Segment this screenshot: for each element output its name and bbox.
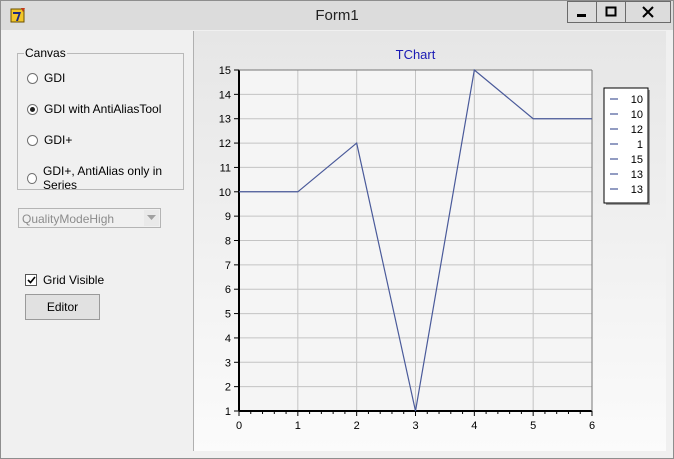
legend-entry: 10: [631, 109, 643, 121]
legend-entry: 12: [631, 124, 643, 136]
checkbox-check-icon[interactable]: [25, 274, 37, 286]
y-tick-label: 15: [219, 65, 231, 77]
chevron-down-icon[interactable]: [144, 210, 159, 226]
x-tick-label: 6: [589, 420, 595, 432]
legend-entry: 13: [631, 169, 643, 181]
main-window: Form1 Canvas GDI GDI with AntiAliasTool: [0, 0, 674, 459]
minimize-button[interactable]: [567, 1, 596, 23]
y-tick-label: 4: [225, 333, 231, 345]
radio-gdi[interactable]: GDI: [27, 71, 65, 85]
y-tick-label: 10: [219, 187, 231, 199]
radio-gdiplus[interactable]: GDI+: [27, 133, 72, 147]
maximize-button[interactable]: [596, 1, 625, 23]
y-tick-label: 3: [225, 357, 231, 369]
close-icon: [642, 6, 654, 18]
legend-entry: 10: [631, 94, 643, 106]
legend-entry: 15: [631, 154, 643, 166]
y-tick-label: 1: [225, 406, 231, 418]
x-tick-label: 4: [471, 420, 477, 432]
grid-visible-label: Grid Visible: [43, 273, 105, 287]
radio-button-icon[interactable]: [27, 72, 38, 84]
canvas-groupbox: Canvas GDI GDI with AntiAliasTool GDI+ G…: [17, 46, 184, 192]
close-button[interactable]: [625, 1, 671, 23]
minimize-icon: [577, 14, 586, 17]
grid-visible-checkbox[interactable]: Grid Visible: [25, 273, 104, 287]
y-tick-label: 8: [225, 236, 231, 248]
form-client-area: Canvas GDI GDI with AntiAliasTool GDI+ G…: [8, 31, 666, 451]
y-tick-label: 6: [225, 284, 231, 296]
y-tick-label: 9: [225, 211, 231, 223]
chart-panel[interactable]: TChart 1 2 3 4 5 6 7 8 9 10 11 12 13 14 15 0 1 2 3 4 5 6 10 10 12…: [193, 31, 666, 451]
options-panel: Canvas GDI GDI with AntiAliasTool GDI+ G…: [8, 31, 193, 451]
y-tick-label: 14: [219, 89, 231, 101]
editor-button[interactable]: Editor: [25, 294, 100, 320]
y-tick-label: 2: [225, 382, 231, 394]
x-tick-label: 2: [354, 420, 360, 432]
x-tick-label: 0: [236, 420, 242, 432]
radio-gdiplus-series-label: GDI+, AntiAlias only in Series: [43, 164, 163, 192]
y-tick-label: 12: [219, 138, 231, 150]
radio-gdi-label: GDI: [44, 71, 66, 85]
title-bar[interactable]: Form1: [1, 1, 673, 30]
radio-gdiplus-series[interactable]: GDI+, AntiAlias only in Series: [27, 164, 183, 192]
y-tick-label: 5: [225, 309, 231, 321]
quality-mode-value: QualityModeHigh: [22, 212, 115, 226]
chart-title: TChart: [396, 47, 436, 62]
quality-mode-combo[interactable]: QualityModeHigh: [18, 208, 161, 228]
legend-entry: 1: [637, 139, 643, 151]
line-chart[interactable]: TChart1234567891011121314150 1 2 3 4 5 6101012…: [194, 31, 666, 451]
radio-button-icon[interactable]: [27, 103, 38, 115]
maximize-icon: [605, 6, 617, 17]
y-tick-label: 13: [219, 114, 231, 126]
x-tick-label: 3: [412, 420, 418, 432]
y-tick-label: 7: [225, 260, 231, 272]
radio-gdiplus-label: GDI+: [44, 133, 73, 147]
radio-gdi-antialias-label: GDI with AntiAliasTool: [44, 102, 162, 116]
x-tick-label: 1: [295, 420, 301, 432]
radio-gdi-antialias[interactable]: GDI with AntiAliasTool: [27, 102, 161, 116]
x-tick-label: 5: [530, 420, 536, 432]
radio-button-icon[interactable]: [27, 172, 38, 184]
canvas-group-label: Canvas: [24, 46, 67, 60]
radio-button-icon[interactable]: [27, 134, 38, 146]
y-tick-label: 11: [220, 162, 231, 174]
legend-entry: 13: [631, 184, 643, 196]
